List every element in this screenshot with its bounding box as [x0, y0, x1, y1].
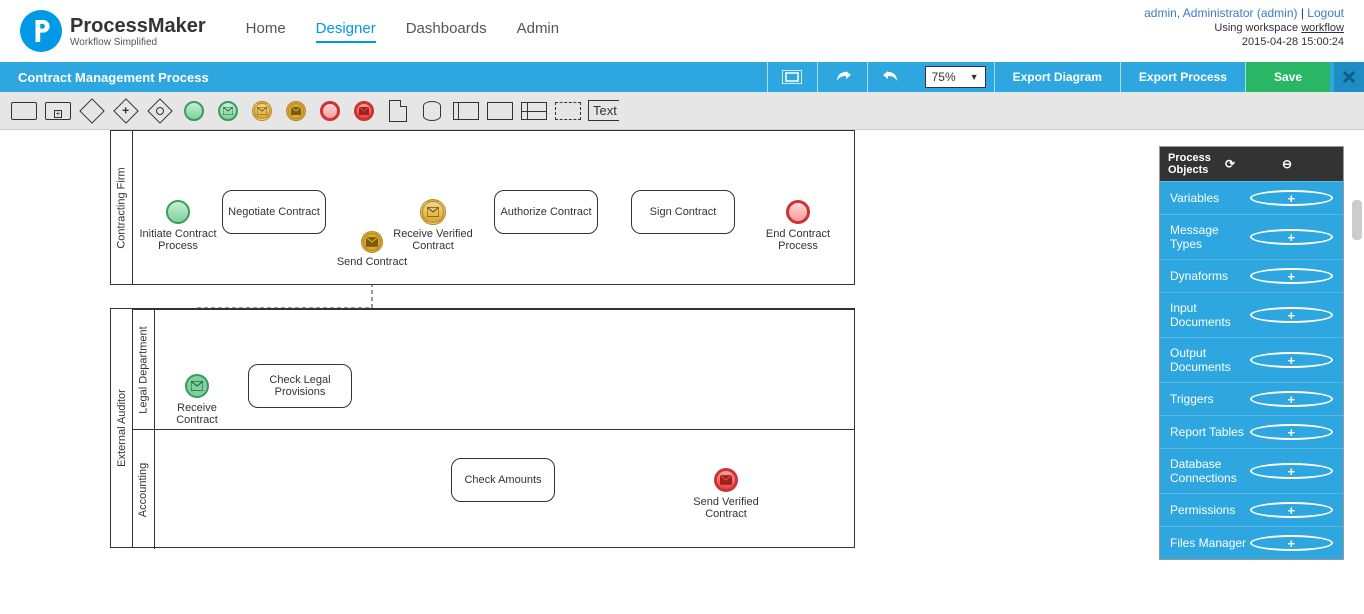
- refresh-icon[interactable]: ⟳: [1225, 157, 1278, 171]
- nav-admin[interactable]: Admin: [517, 20, 560, 43]
- user-link[interactable]: admin, Administrator (admin): [1144, 6, 1297, 20]
- export-process-button[interactable]: Export Process: [1120, 62, 1245, 92]
- close-button[interactable]: [1334, 62, 1364, 92]
- subprocess-shape-icon[interactable]: +: [44, 100, 72, 122]
- end-event-send-verified[interactable]: [714, 468, 738, 492]
- gateway-circle-icon[interactable]: [146, 100, 174, 122]
- lane-legal-label: Legal Department: [138, 326, 150, 413]
- start-event-label: Initiate Contract Process: [138, 228, 218, 252]
- panel-item-database-connections[interactable]: Database Connections+: [1160, 448, 1343, 493]
- panel-item-permissions[interactable]: Permissions+: [1160, 493, 1343, 526]
- add-icon[interactable]: +: [1250, 535, 1334, 551]
- group-icon[interactable]: [520, 100, 548, 122]
- add-icon[interactable]: +: [1250, 502, 1334, 518]
- logo: ProcessMaker Workflow Simplified: [20, 10, 206, 52]
- add-icon[interactable]: +: [1250, 391, 1334, 407]
- task-check-legal[interactable]: Check Legal Provisions: [248, 364, 352, 408]
- start-event-initiate[interactable]: [166, 200, 190, 224]
- pool-icon[interactable]: [452, 100, 480, 122]
- fullscreen-button[interactable]: [767, 62, 817, 92]
- receive-contract-label: Receive Contract: [157, 402, 237, 426]
- panel-title: Process Objects: [1168, 152, 1221, 176]
- panel-item-variables[interactable]: Variables+: [1160, 181, 1343, 214]
- end-event[interactable]: [786, 200, 810, 224]
- intermediate-throw-icon[interactable]: [282, 100, 310, 122]
- panel-item-message-types[interactable]: Message Types+: [1160, 214, 1343, 259]
- task-sign[interactable]: Sign Contract: [631, 190, 735, 234]
- panel-item-dynaforms[interactable]: Dynaforms+: [1160, 259, 1343, 292]
- nav-dashboards[interactable]: Dashboards: [406, 20, 487, 43]
- logout-link[interactable]: Logout: [1307, 6, 1344, 20]
- annotation-icon[interactable]: [554, 100, 582, 122]
- end-event-icon[interactable]: [316, 100, 344, 122]
- panel-item-output-documents[interactable]: Output Documents+: [1160, 337, 1343, 382]
- intermediate-event-icon[interactable]: [248, 100, 276, 122]
- add-icon[interactable]: +: [1250, 307, 1334, 323]
- task-authorize[interactable]: Authorize Contract: [494, 190, 598, 234]
- lane-icon[interactable]: [486, 100, 514, 122]
- data-store-icon[interactable]: [418, 100, 446, 122]
- pool2-label: External Auditor: [116, 389, 128, 467]
- intermediate-receive-verified[interactable]: [420, 199, 446, 225]
- intermediate-send-contract[interactable]: [361, 231, 383, 253]
- end-event-label: End Contract Process: [758, 228, 838, 252]
- workspace-label: Using workspace workflow: [1144, 22, 1344, 34]
- export-diagram-button[interactable]: Export Diagram: [994, 62, 1120, 92]
- task-check-amounts[interactable]: Check Amounts: [451, 458, 555, 502]
- text-annotation-icon[interactable]: Text: [588, 100, 619, 122]
- zoom-select[interactable]: 75%: [925, 66, 986, 88]
- process-objects-panel: Process Objects ⟳ ⊖ Variables+ Message T…: [1159, 146, 1344, 560]
- lane-accounting-label: Accounting: [138, 462, 150, 516]
- scrollbar-hint[interactable]: [1352, 200, 1362, 240]
- message-start-icon[interactable]: [214, 100, 242, 122]
- send-verified-label: Send Verified Contract: [686, 496, 766, 520]
- panel-item-report-tables[interactable]: Report Tables+: [1160, 415, 1343, 448]
- gateway-shape-icon[interactable]: [78, 100, 106, 122]
- logo-subtitle: Workflow Simplified: [70, 37, 206, 48]
- shape-toolbar: + + Text: [0, 92, 1364, 130]
- collapse-icon[interactable]: ⊖: [1282, 157, 1335, 171]
- save-button[interactable]: Save: [1245, 62, 1330, 92]
- task-shape-icon[interactable]: [10, 100, 38, 122]
- timestamp: 2015-04-28 15:00:24: [1144, 36, 1344, 48]
- gateway-plus-icon[interactable]: +: [112, 100, 140, 122]
- message-end-icon[interactable]: [350, 100, 378, 122]
- undo-button[interactable]: [867, 62, 917, 92]
- panel-item-files-manager[interactable]: Files Manager+: [1160, 526, 1343, 559]
- add-icon[interactable]: +: [1250, 352, 1334, 368]
- data-object-icon[interactable]: [384, 100, 412, 122]
- redo-button[interactable]: [817, 62, 867, 92]
- pool-label: Contracting Firm: [116, 167, 128, 248]
- nav-designer[interactable]: Designer: [316, 20, 376, 43]
- panel-item-input-documents[interactable]: Input Documents+: [1160, 292, 1343, 337]
- start-event-icon[interactable]: [180, 100, 208, 122]
- intermediate-label-send: Send Contract: [332, 256, 412, 268]
- add-icon[interactable]: +: [1250, 190, 1334, 206]
- panel-item-triggers[interactable]: Triggers+: [1160, 382, 1343, 415]
- add-icon[interactable]: +: [1250, 229, 1334, 245]
- logo-icon: [20, 10, 62, 52]
- logo-title: ProcessMaker: [70, 15, 206, 37]
- start-event-receive-contract[interactable]: [185, 374, 209, 398]
- nav-home[interactable]: Home: [246, 20, 286, 43]
- add-icon[interactable]: +: [1250, 268, 1334, 284]
- add-icon[interactable]: +: [1250, 424, 1334, 440]
- intermediate-label-recv: Receive Verified Contract: [393, 228, 473, 252]
- process-title: Contract Management Process: [18, 70, 767, 85]
- task-negotiate[interactable]: Negotiate Contract: [222, 190, 326, 234]
- add-icon[interactable]: +: [1250, 463, 1334, 479]
